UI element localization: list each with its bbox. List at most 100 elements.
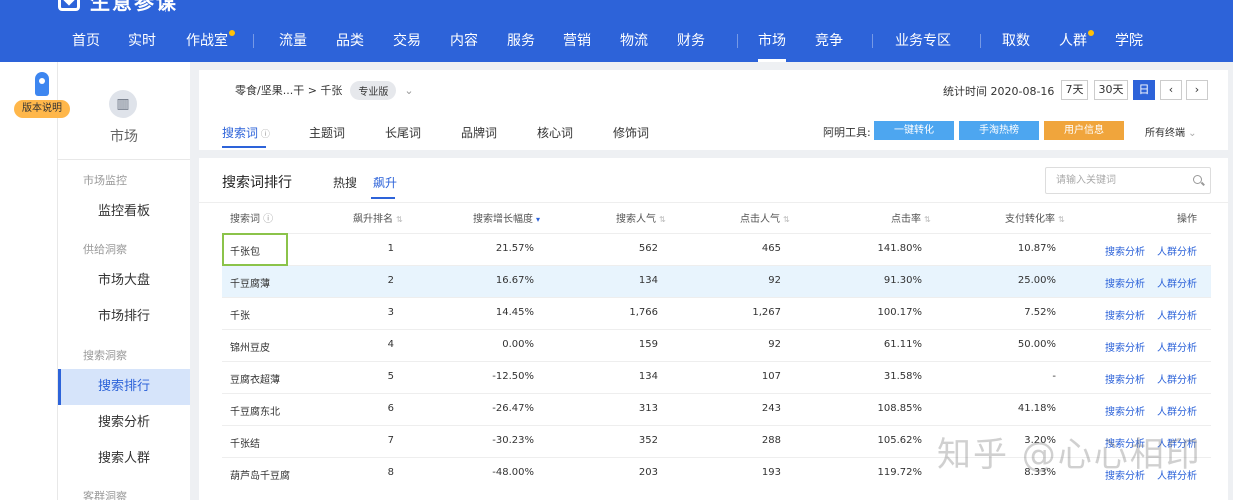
rocket-icon (35, 72, 49, 96)
sidebar-item-monitor-board[interactable]: 监控看板 (58, 194, 190, 230)
col-actions: 操作 (1177, 214, 1197, 225)
search-analysis-link[interactable]: 搜索分析 (1105, 275, 1145, 290)
taobao-hot-list-button[interactable]: 手淘热榜 (959, 121, 1039, 140)
col-click-popularity[interactable]: 点击人气 ⇅ (740, 210, 790, 225)
nav-item-market[interactable]: 市场 (758, 20, 786, 62)
sidebar-item-search-crowd[interactable]: 搜索人群 (58, 441, 190, 477)
ctr-cell: 119.72% (877, 467, 923, 478)
stat-date: 统计时间 2020-08-16 (943, 85, 1055, 98)
search-analysis-link[interactable]: 搜索分析 (1105, 403, 1145, 418)
nav-item-trade[interactable]: 交易 (393, 20, 421, 62)
sidebar-item-search-ranking[interactable]: 搜索排行 (58, 369, 190, 405)
crowd-analysis-link[interactable]: 人群分析 (1157, 243, 1197, 258)
crowd-analysis-link[interactable]: 人群分析 (1157, 403, 1197, 418)
conversion-cell: 50.00% (1017, 339, 1056, 350)
edition-tag: 专业版 (350, 80, 397, 100)
notification-dot (229, 30, 235, 36)
user-info-button[interactable]: 用户信息 (1044, 121, 1124, 140)
tab-topic-words[interactable]: 主题词 (309, 124, 345, 141)
nav-item-business-zone[interactable]: 业务专区 (895, 20, 951, 62)
version-notes-label: 版本说明 (14, 100, 70, 118)
table-row: 千豆腐东北 6 -26.47% 313 243 108.85% 41.18% 搜索分析 人群分析 (222, 393, 1211, 425)
all-terminals-select[interactable]: 所有终端 ⌄ (1145, 124, 1197, 139)
tab-search-words[interactable]: 搜索词 ⓘ (222, 124, 270, 141)
col-rise-rank[interactable]: 飙升排名 ⇅ (353, 210, 403, 225)
col-growth[interactable]: 搜索增长幅度 ▾ (473, 210, 540, 225)
nav-item-finance[interactable]: 财务 (677, 20, 705, 62)
keyword-cell: 葫芦岛千豆腐 (230, 471, 290, 482)
click-popularity-cell: 465 (761, 243, 781, 254)
growth-cell: 14.45% (495, 307, 534, 318)
click-popularity-cell: 1,267 (752, 307, 781, 318)
ctr-cell: 105.62% (877, 435, 923, 446)
keyword-search-input[interactable]: 请输入关键词 (1045, 167, 1211, 194)
sidebar-header: ▥ 市场 (58, 70, 190, 160)
range-day-button[interactable]: 日 (1133, 80, 1155, 100)
next-date-button[interactable]: › (1186, 80, 1208, 100)
growth-cell: 21.57% (495, 243, 534, 254)
sidebar-group-supply: 供给洞察 (83, 243, 127, 256)
nav-item-service[interactable]: 服务 (507, 20, 535, 62)
nav-item-logistics[interactable]: 物流 (620, 20, 648, 62)
range-30d-button[interactable]: 30天 (1094, 80, 1128, 100)
nav-divider (737, 34, 738, 48)
chevron-down-icon[interactable]: ⌄ (404, 84, 413, 97)
search-analysis-link[interactable]: 搜索分析 (1105, 307, 1145, 322)
one-click-convert-button[interactable]: 一键转化 (874, 121, 954, 140)
sidebar-item-market-ranking[interactable]: 市场排行 (58, 299, 190, 335)
rise-rank-cell: 1 (387, 243, 394, 254)
search-analysis-link[interactable]: 搜索分析 (1105, 243, 1145, 258)
nav-item-realtime[interactable]: 实时 (128, 20, 156, 62)
nav-divider (980, 34, 981, 48)
search-icon[interactable] (1193, 175, 1202, 184)
tab-underline (222, 146, 266, 148)
col-conversion[interactable]: 支付转化率 ⇅ (1005, 210, 1065, 225)
col-ctr[interactable]: 点击率 ⇅ (891, 210, 931, 225)
tab-brand-words[interactable]: 品牌词 (461, 124, 497, 141)
crowd-analysis-link[interactable]: 人群分析 (1157, 307, 1197, 322)
brand[interactable]: 生意参谋 (58, 0, 178, 14)
col-search-popularity[interactable]: 搜索人气 ⇅ (616, 210, 666, 225)
nav-item-data-fetch[interactable]: 取数 (1002, 20, 1030, 62)
tab-core-words[interactable]: 核心词 (537, 124, 573, 141)
nav-divider (872, 34, 873, 48)
search-analysis-link[interactable]: 搜索分析 (1105, 339, 1145, 354)
search-popularity-cell: 562 (638, 243, 658, 254)
prev-date-button[interactable]: ‹ (1160, 80, 1182, 100)
watermark: 知乎 @心心相印 (937, 435, 1202, 475)
breadcrumb-path: 零食/坚果...干 > 千张 (235, 84, 343, 97)
sidebar-header-label: 市场 (110, 129, 138, 145)
nav-item-home[interactable]: 首页 (72, 20, 100, 62)
tab-modifier-words[interactable]: 修饰词 (613, 124, 649, 141)
nav-item-traffic[interactable]: 流量 (279, 20, 307, 62)
nav-item-category[interactable]: 品类 (336, 20, 364, 62)
nav-item-content[interactable]: 内容 (450, 20, 478, 62)
tab-rising[interactable]: 飙升 (373, 174, 397, 191)
sidebar-item-market-overview[interactable]: 市场大盘 (58, 263, 190, 299)
nav-item-war-room[interactable]: 作战室 (186, 20, 228, 62)
growth-cell: 16.67% (495, 275, 534, 286)
crowd-analysis-link[interactable]: 人群分析 (1157, 275, 1197, 290)
search-analysis-link[interactable]: 搜索分析 (1105, 371, 1145, 386)
table-row: 千豆腐薄 2 16.67% 134 92 91.30% 25.00% 搜索分析 人群分析 (222, 265, 1211, 297)
tab-hot-search[interactable]: 热搜 (333, 174, 357, 191)
crowd-analysis-link[interactable]: 人群分析 (1157, 371, 1197, 386)
ctr-cell: 61.11% (883, 339, 922, 350)
crowd-analysis-link[interactable]: 人群分析 (1157, 339, 1197, 354)
range-7d-button[interactable]: 7天 (1061, 80, 1088, 100)
sidebar-item-search-analysis[interactable]: 搜索分析 (58, 405, 190, 441)
brand-divider (165, 0, 166, 12)
nav-item-competition[interactable]: 竞争 (815, 20, 843, 62)
search-popularity-cell: 1,766 (629, 307, 658, 318)
nav-item-crowd[interactable]: 人群 (1059, 20, 1087, 62)
ranking-title: 搜索词排行 (222, 175, 292, 191)
rise-rank-cell: 7 (387, 435, 394, 446)
rise-rank-cell: 2 (387, 275, 394, 286)
breadcrumb[interactable]: 零食/坚果...干 > 千张 专业版 ⌄ (235, 80, 414, 100)
nav-item-marketing[interactable]: 营销 (563, 20, 591, 62)
keyword-cell: 千张结 (230, 439, 260, 450)
tab-longtail-words[interactable]: 长尾词 (385, 124, 421, 141)
nav-item-academy[interactable]: 学院 (1115, 20, 1143, 62)
version-notes[interactable]: 版本说明 (14, 72, 70, 118)
panel-divider (199, 202, 1228, 203)
